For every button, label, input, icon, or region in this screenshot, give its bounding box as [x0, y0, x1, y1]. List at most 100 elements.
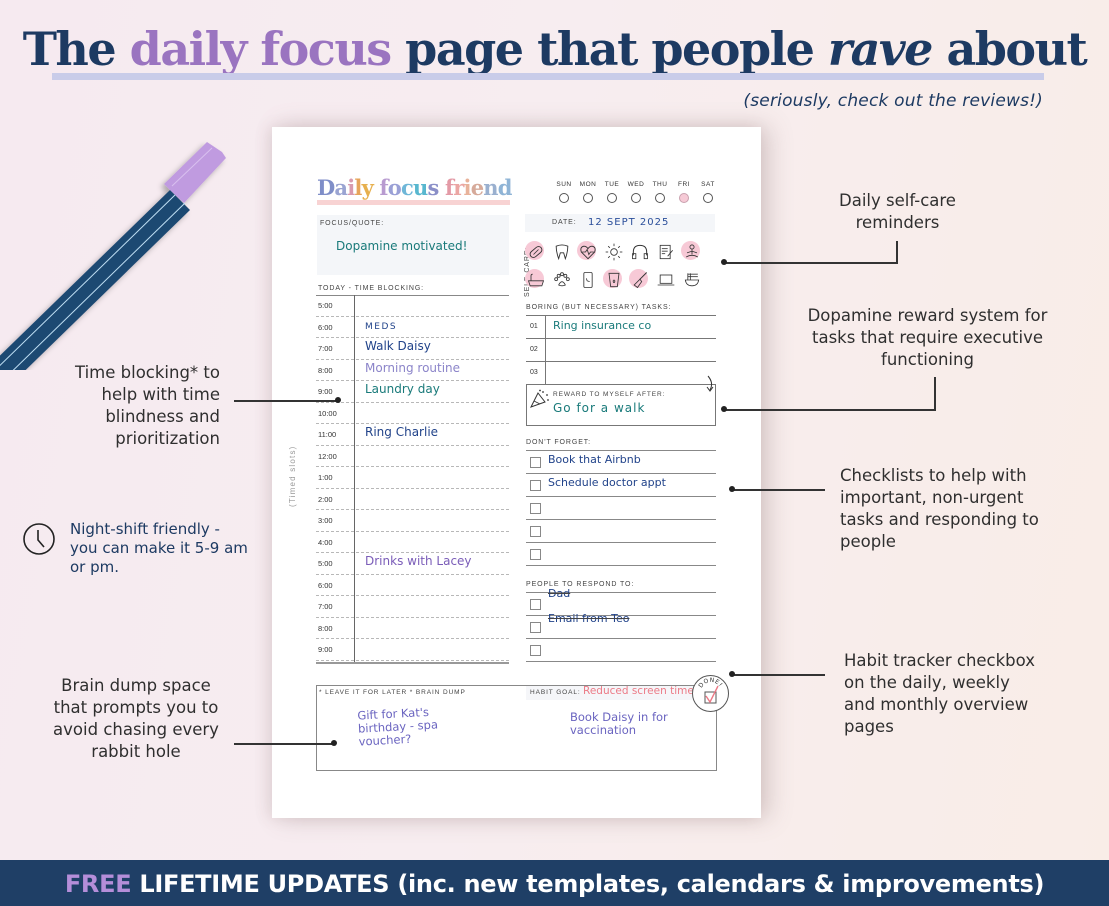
- footer-text: LIFETIME UPDATES (inc. new templates, ca…: [131, 870, 1045, 898]
- habit-done-badge[interactable]: DONE!: [692, 675, 729, 712]
- time-slot-row[interactable]: 11:00 Ring Charlie: [316, 424, 509, 446]
- time-slot-entry[interactable]: Walk Daisy: [365, 339, 431, 353]
- sun-icon[interactable]: [602, 240, 626, 264]
- water-glass-icon[interactable]: [602, 268, 626, 292]
- checklist-text[interactable]: Dad: [548, 587, 570, 600]
- boring-tasks-label: Boring (but necessary) tasks:: [526, 304, 672, 311]
- heart-pulse-icon[interactable]: [576, 240, 600, 264]
- day-wed[interactable]: WED: [624, 181, 648, 208]
- time-slot-entry[interactable]: Laundry day: [365, 382, 440, 396]
- pencil-icon: [0, 142, 226, 370]
- connector-line: [732, 674, 825, 676]
- day-fri[interactable]: FRI: [672, 181, 696, 208]
- time-slot-row[interactable]: 9:00 Laundry day: [316, 381, 509, 403]
- time-slot-row[interactable]: 9:00: [316, 639, 509, 661]
- brain-dump-note[interactable]: Gift for Kat's birthday - spa voucher?: [357, 704, 459, 749]
- time-slot-row[interactable]: 6:00: [316, 575, 509, 596]
- noodle-bowl-icon[interactable]: [680, 268, 704, 292]
- day-radio[interactable]: [631, 193, 641, 203]
- day-mon[interactable]: MON: [576, 181, 600, 208]
- task-text[interactable]: Ring insurance co: [553, 319, 651, 332]
- headline-text: about: [931, 22, 1087, 76]
- checklist-item[interactable]: [526, 496, 716, 519]
- tooth-glyph: [555, 244, 569, 261]
- checkbox[interactable]: [530, 480, 541, 491]
- time-slot-row[interactable]: 7:00: [316, 596, 509, 618]
- time-slot-row[interactable]: 7:00 Walk Daisy: [316, 338, 509, 360]
- checkbox[interactable]: [530, 526, 541, 537]
- pill-glyph: [529, 246, 543, 258]
- time-slot-row[interactable]: 5:00 Drinks with Lacey: [316, 553, 509, 575]
- date-label: Date:: [552, 219, 577, 226]
- checkbox[interactable]: [530, 503, 541, 514]
- headphones-icon[interactable]: [628, 240, 652, 264]
- focus-label: Focus/Quote:: [320, 220, 385, 227]
- checkbox[interactable]: [530, 599, 541, 610]
- checklist-item[interactable]: Schedule doctor appt: [526, 473, 716, 496]
- paw-icon[interactable]: [550, 268, 574, 292]
- task-row[interactable]: 03: [526, 361, 716, 384]
- checklist-item[interactable]: [526, 638, 716, 661]
- journal-icon[interactable]: [654, 240, 678, 264]
- time-slot-row[interactable]: 10:00: [316, 403, 509, 424]
- date-value[interactable]: 12 SEPT 2025: [588, 217, 669, 228]
- day-radio[interactable]: [655, 193, 665, 203]
- checklist-item[interactable]: [526, 519, 716, 542]
- laptop-icon[interactable]: [654, 268, 678, 292]
- time-slot-row[interactable]: 2:00: [316, 489, 509, 510]
- headline-underline: [52, 73, 1044, 80]
- checklist-text[interactable]: Book that Airbnb: [548, 453, 641, 466]
- checklist-item[interactable]: Book that Airbnb: [526, 450, 716, 473]
- time-slot-row[interactable]: 3:00: [316, 510, 509, 532]
- checklist-text[interactable]: Email from Teo: [548, 612, 629, 625]
- headphones-glyph: [632, 244, 648, 260]
- brain-dump-note[interactable]: Book Daisy in for vaccination: [570, 711, 685, 737]
- day-sun[interactable]: SUN: [552, 181, 576, 208]
- annotation-self-care: Daily self-care reminders: [839, 191, 956, 232]
- day-sat[interactable]: SAT: [696, 181, 720, 208]
- bath-icon[interactable]: [524, 268, 548, 292]
- tooth-icon[interactable]: [550, 240, 574, 264]
- day-thu[interactable]: THU: [648, 181, 672, 208]
- day-name: MON: [579, 181, 597, 188]
- checkbox[interactable]: [530, 549, 541, 560]
- divider: [526, 661, 716, 662]
- time-slot-entry[interactable]: Drinks with Lacey: [365, 554, 472, 568]
- time-slot-entry[interactable]: Ring Charlie: [365, 425, 438, 439]
- checkbox[interactable]: [530, 645, 541, 656]
- time-slot-row[interactable]: 12:00: [316, 446, 509, 467]
- reward-value[interactable]: Go for a walk: [553, 401, 645, 415]
- time-slot-entry[interactable]: MEDS: [365, 322, 397, 332]
- habit-goal-value[interactable]: Reduced screen time: [583, 685, 694, 697]
- heart-pulse-glyph: [580, 245, 596, 260]
- time-slot-row[interactable]: 8:00: [316, 618, 509, 639]
- time-slot-row[interactable]: 1:00: [316, 467, 509, 489]
- day-radio[interactable]: [607, 193, 617, 203]
- day-radio[interactable]: [679, 193, 689, 203]
- time-slot-row[interactable]: 6:00 MEDS: [316, 317, 509, 338]
- day-radio[interactable]: [703, 193, 713, 203]
- phone-icon[interactable]: [576, 268, 600, 292]
- meditation-glyph: [685, 244, 699, 258]
- checklist-item[interactable]: [526, 542, 716, 565]
- time-slot-entry[interactable]: Morning routine: [365, 361, 460, 375]
- svg-text:DONE!: DONE!: [697, 677, 724, 690]
- broom-icon[interactable]: [628, 268, 652, 292]
- time-label: 11:00: [318, 430, 337, 439]
- time-slot-row[interactable]: 4:00: [316, 532, 509, 553]
- time-slot-row[interactable]: 5:00: [316, 295, 509, 317]
- day-radio[interactable]: [583, 193, 593, 203]
- checkbox[interactable]: [530, 457, 541, 468]
- time-slot-row[interactable]: 8:00 Morning routine: [316, 360, 509, 381]
- checkbox[interactable]: [530, 622, 541, 633]
- meditation-icon[interactable]: [680, 240, 704, 264]
- day-radio[interactable]: [559, 193, 569, 203]
- day-tue[interactable]: TUE: [600, 181, 624, 208]
- connector-dot: [721, 406, 727, 412]
- focus-value[interactable]: Dopamine motivated!: [336, 239, 467, 253]
- pill-icon[interactable]: [524, 240, 548, 264]
- task-row[interactable]: 01 Ring insurance co: [526, 315, 716, 338]
- checklist-item[interactable]: Email from Teo: [526, 612, 716, 638]
- checklist-text[interactable]: Schedule doctor appt: [548, 476, 666, 489]
- task-row[interactable]: 02: [526, 338, 716, 361]
